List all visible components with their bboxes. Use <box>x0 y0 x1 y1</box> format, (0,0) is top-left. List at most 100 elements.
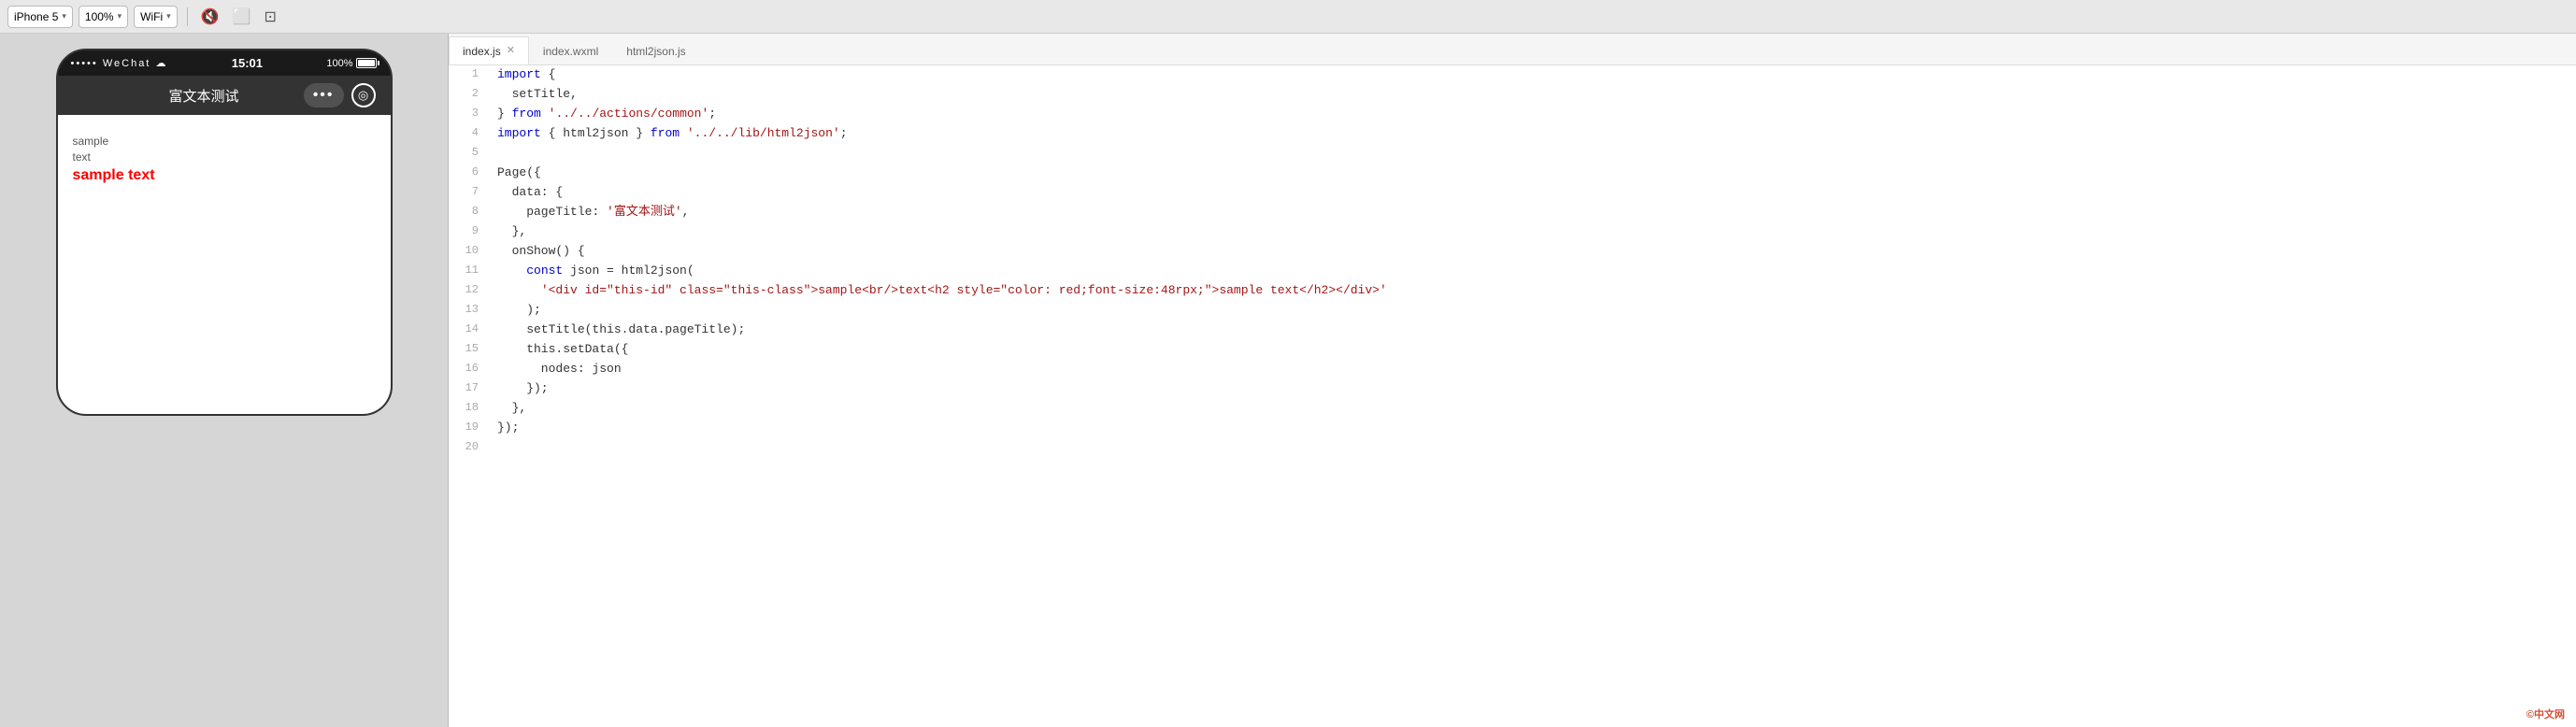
line-content-13: ); <box>490 301 2576 321</box>
line-number-13: 13 <box>449 301 490 319</box>
phone-frame: ••••• WeChat ☁ 15:01 100% back 富文本测试 ••• <box>56 49 393 416</box>
code-line-14: 14 setTitle(this.data.pageTitle); <box>449 321 2576 340</box>
code-line-19: 19}); <box>449 419 2576 438</box>
phone-nav-dots[interactable]: ••• <box>304 83 344 107</box>
token: ); <box>497 303 541 317</box>
editor-panel: index.js ✕ index.wxml html2json.js 1import … <box>449 34 2576 727</box>
token: { html2json } <box>541 126 651 140</box>
line-number-8: 8 <box>449 203 490 221</box>
line-number-17: 17 <box>449 379 490 397</box>
phone-content: sample text sample text <box>58 115 391 414</box>
top-toolbar: iPhone 5 ▾ 100% ▾ WiFi ▾ 🔇 ⬜ ⊡ <box>0 0 2576 34</box>
line-number-11: 11 <box>449 262 490 279</box>
tab-label-html2json-js: html2json.js <box>626 45 685 58</box>
token: from <box>651 126 680 140</box>
token: '<div id="this-id" class="this-class">sa… <box>541 283 1387 297</box>
line-content-14: setTitle(this.data.pageTitle); <box>490 321 2576 340</box>
battery-icon <box>356 58 377 68</box>
line-content-10: onShow() { <box>490 242 2576 262</box>
tab-index-js[interactable]: index.js ✕ <box>449 36 529 64</box>
token: }); <box>497 381 549 395</box>
line-number-10: 10 <box>449 242 490 260</box>
tab-html2json-js[interactable]: html2json.js <box>612 36 699 64</box>
tab-index-wxml[interactable]: index.wxml <box>529 36 612 64</box>
device-panel: ••••• WeChat ☁ 15:01 100% back 富文本测试 ••• <box>0 34 449 727</box>
code-line-5: 5 <box>449 144 2576 164</box>
token: this.setData({ <box>497 342 628 356</box>
token: { <box>541 67 556 81</box>
phone-nav-circle-btn[interactable]: ◎ <box>351 83 376 107</box>
code-area[interactable]: 1import {2 setTitle,3} from '../../actio… <box>449 65 2576 727</box>
line-number-9: 9 <box>449 222 490 240</box>
network-selector[interactable]: WiFi ▾ <box>134 6 178 28</box>
code-line-10: 10 onShow() { <box>449 242 2576 262</box>
line-number-7: 7 <box>449 183 490 201</box>
toolbar-divider-1 <box>187 7 188 26</box>
code-line-18: 18 }, <box>449 399 2576 419</box>
token: , <box>682 205 690 219</box>
line-content-6: Page({ <box>490 164 2576 183</box>
line-number-5: 5 <box>449 144 490 162</box>
line-number-4: 4 <box>449 124 490 142</box>
token: }); <box>497 421 519 435</box>
code-line-11: 11 const json = html2json( <box>449 262 2576 281</box>
line-number-2: 2 <box>449 85 490 103</box>
line-number-3: 3 <box>449 105 490 122</box>
line-content-3: } from '../../actions/common'; <box>490 105 2576 124</box>
code-line-2: 2 setTitle, <box>449 85 2576 105</box>
token <box>497 283 541 297</box>
token: }, <box>497 401 526 415</box>
code-line-15: 15 this.setData({ <box>449 340 2576 360</box>
tab-bar: index.js ✕ index.wxml html2json.js <box>449 34 2576 65</box>
phone-nav-bar: back 富文本测试 ••• ◎ <box>58 76 391 115</box>
code-line-13: 13 ); <box>449 301 2576 321</box>
phone-signal: ••••• WeChat ☁ <box>71 57 168 69</box>
code-line-3: 3} from '../../actions/common'; <box>449 105 2576 124</box>
mute-button[interactable]: 🔇 <box>197 6 223 28</box>
line-number-6: 6 <box>449 164 490 181</box>
tab-close-index-js[interactable]: ✕ <box>507 46 515 56</box>
phone-nav-title: 富文本测试 <box>168 86 238 106</box>
line-number-15: 15 <box>449 340 490 358</box>
line-number-20: 20 <box>449 438 490 456</box>
phone-battery: 100% <box>326 58 377 69</box>
line-content-4: import { html2json } from '../../lib/htm… <box>490 124 2576 144</box>
token: json = html2json( <box>563 264 694 278</box>
line-content-16: nodes: json <box>490 360 2576 379</box>
line-content-8: pageTitle: '富文本测试', <box>490 203 2576 222</box>
line-content-15: this.setData({ <box>490 340 2576 360</box>
token: nodes: json <box>497 362 622 376</box>
zoom-selector[interactable]: 100% ▾ <box>79 6 128 28</box>
line-number-16: 16 <box>449 360 490 378</box>
code-line-9: 9 }, <box>449 222 2576 242</box>
sample-text-bold: sample text <box>73 167 376 184</box>
token: } <box>497 107 512 121</box>
line-number-12: 12 <box>449 281 490 299</box>
main-layout: ••••• WeChat ☁ 15:01 100% back 富文本测试 ••• <box>0 34 2576 727</box>
inspector-button[interactable]: ⊡ <box>261 6 280 28</box>
code-line-12: 12 '<div id="this-id" class="this-class"… <box>449 281 2576 301</box>
token: setTitle(this.data.pageTitle); <box>497 322 745 336</box>
device-selector[interactable]: iPhone 5 ▾ <box>7 6 73 28</box>
code-line-7: 7 data: { <box>449 183 2576 203</box>
code-line-17: 17 }); <box>449 379 2576 399</box>
tab-label-index-js: index.js <box>463 45 501 58</box>
token: const <box>526 264 563 278</box>
token: '../../lib/html2json' <box>687 126 840 140</box>
line-number-19: 19 <box>449 419 490 436</box>
code-line-20: 20 <box>449 438 2576 458</box>
rotate-button[interactable]: ⬜ <box>229 6 255 28</box>
network-label: WiFi <box>140 10 163 23</box>
token: import <box>497 67 541 81</box>
code-line-1: 1import { <box>449 65 2576 85</box>
token: ; <box>840 126 848 140</box>
token: ; <box>708 107 716 121</box>
zoom-label: 100% <box>85 10 114 23</box>
token: data: { <box>497 185 563 199</box>
network-chevron-icon: ▾ <box>166 11 171 21</box>
code-line-6: 6Page({ <box>449 164 2576 183</box>
device-chevron-icon: ▾ <box>62 11 66 21</box>
code-line-8: 8 pageTitle: '富文本测试', <box>449 203 2576 222</box>
token: pageTitle: <box>497 205 607 219</box>
phone-status-bar: ••••• WeChat ☁ 15:01 100% <box>58 50 391 76</box>
